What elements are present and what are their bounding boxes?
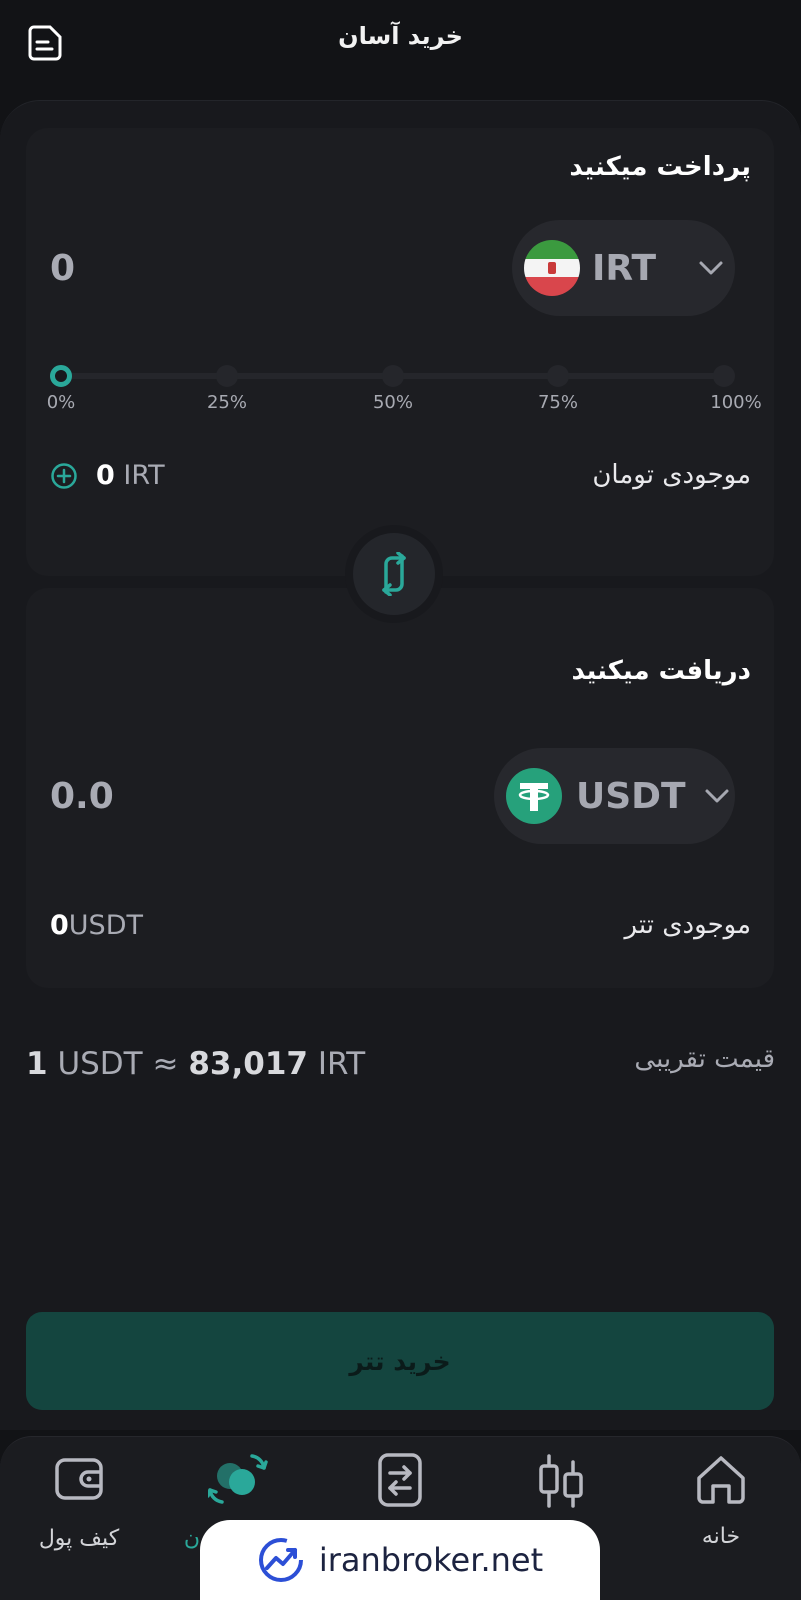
tether-balance-unit: USDT <box>68 910 143 941</box>
document-icon[interactable] <box>26 24 64 62</box>
tether-balance-label: موجودی تتر <box>624 910 751 940</box>
receive-currency-select[interactable]: USDT <box>494 748 735 844</box>
watermark: iranbroker.net <box>200 1520 600 1600</box>
nav-wallet-label[interactable]: کیف پول <box>24 1526 134 1551</box>
slider-step-100[interactable] <box>713 365 735 387</box>
easy-buy-icon[interactable] <box>206 1450 268 1506</box>
receive-title: دریافت میکنید <box>571 656 751 686</box>
price-to-amount: 83,017 <box>188 1046 308 1082</box>
tether-balance-amount: 0 <box>50 910 69 941</box>
nav-home-label[interactable]: خانه <box>676 1524 766 1549</box>
iran-flag-icon <box>524 240 580 296</box>
receive-currency-name: USDT <box>576 775 686 817</box>
buy-tether-button[interactable]: خرید تتر <box>26 1312 774 1410</box>
tether-icon <box>506 768 562 824</box>
pay-amount-input[interactable]: 0 <box>50 248 75 289</box>
pay-card <box>26 128 774 576</box>
slider-label-50: 50% <box>372 392 413 413</box>
approx-price-label: قیمت تقریبی <box>634 1044 775 1074</box>
slider-step-75[interactable] <box>547 365 569 387</box>
chevron-down-icon <box>705 789 729 803</box>
slider-label-100: 100% <box>710 392 762 413</box>
toman-balance-label: موجودی تومان <box>592 460 751 490</box>
toman-balance-value: 0 IRT <box>96 460 165 491</box>
price-from-amount: 1 <box>26 1046 48 1082</box>
exchange-icon[interactable] <box>377 1452 423 1508</box>
slider-label-75: 75% <box>537 392 578 413</box>
watermark-text: iranbroker.net <box>318 1541 544 1579</box>
home-icon[interactable] <box>695 1454 747 1506</box>
price-to-unit: IRT <box>317 1046 366 1082</box>
slider-label-0: 0% <box>46 392 76 413</box>
chevron-down-icon <box>699 261 723 275</box>
slider-thumb[interactable] <box>50 365 72 387</box>
chart-logo-icon <box>258 1538 303 1582</box>
toman-balance-unit: IRT <box>123 460 165 491</box>
tether-balance-value: 0USDT <box>50 910 143 941</box>
receive-amount-input[interactable]: 0.0 <box>50 776 114 817</box>
swap-button[interactable] <box>345 525 443 623</box>
price-approx-sign: ≈ <box>152 1046 179 1082</box>
slider-step-50[interactable] <box>382 365 404 387</box>
page-title: خرید آسان <box>338 22 463 50</box>
wallet-icon[interactable] <box>54 1456 104 1502</box>
add-funds-icon[interactable] <box>50 462 78 490</box>
swap-icon <box>382 552 406 596</box>
toman-balance-amount: 0 <box>96 460 115 491</box>
candlestick-icon[interactable] <box>536 1454 586 1508</box>
pay-currency-name: IRT <box>592 247 657 289</box>
price-from-unit: USDT <box>57 1046 143 1082</box>
approx-price-value: 1 USDT ≈ 83,017 IRT <box>26 1046 365 1082</box>
pay-title: پرداخت میکنید <box>569 152 751 182</box>
slider-step-25[interactable] <box>216 365 238 387</box>
pay-currency-select[interactable]: IRT <box>512 220 735 316</box>
slider-label-25: 25% <box>206 392 247 413</box>
